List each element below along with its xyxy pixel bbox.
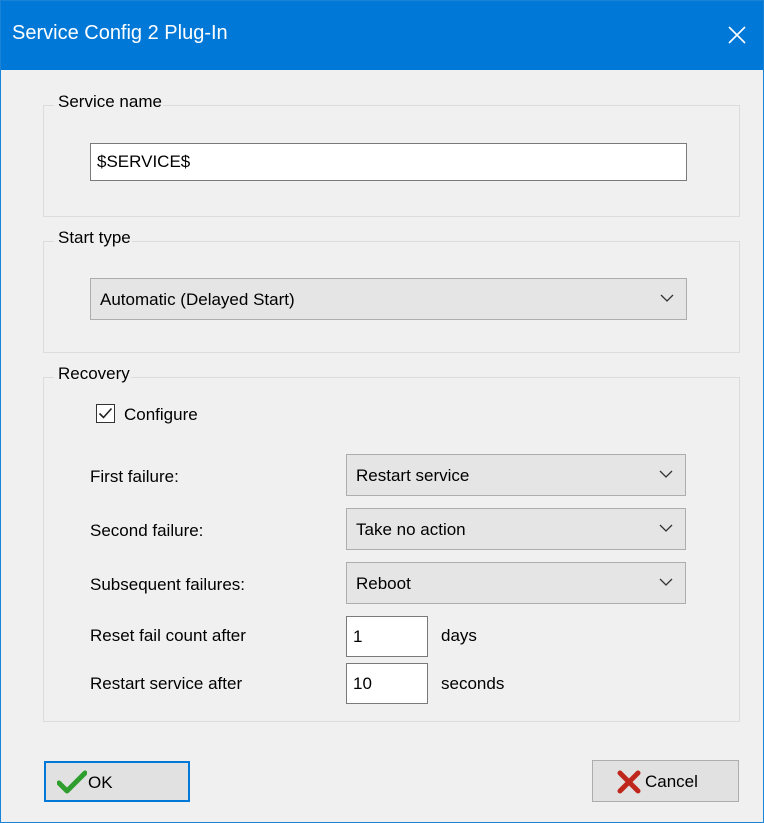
chevron-down-icon bbox=[660, 294, 674, 302]
chevron-down-icon bbox=[659, 578, 673, 586]
close-button[interactable] bbox=[711, 1, 763, 70]
close-icon bbox=[728, 26, 746, 44]
first-failure-value: Restart service bbox=[356, 466, 470, 485]
ok-label: OK bbox=[88, 773, 113, 792]
second-failure-label: Second failure: bbox=[90, 521, 204, 540]
checkmark-icon bbox=[57, 770, 87, 794]
reset-fail-count-label: Reset fail count after bbox=[90, 626, 246, 645]
service-name-input[interactable] bbox=[90, 143, 687, 181]
start-type-value: Automatic (Delayed Start) bbox=[100, 290, 295, 309]
first-failure-label: First failure: bbox=[90, 467, 179, 486]
second-failure-value: Take no action bbox=[356, 520, 466, 539]
reset-fail-count-input[interactable] bbox=[346, 616, 428, 657]
restart-service-input[interactable] bbox=[346, 663, 428, 704]
start-type-group-label: Start type bbox=[54, 228, 132, 248]
reset-unit-label: days bbox=[441, 626, 477, 645]
subsequent-failures-label: Subsequent failures: bbox=[90, 575, 245, 594]
cancel-button[interactable]: Cancel bbox=[592, 760, 739, 802]
cancel-label: Cancel bbox=[645, 772, 698, 791]
start-type-group: Start type Automatic (Delayed Start) bbox=[43, 228, 740, 353]
first-failure-select[interactable]: Restart service bbox=[346, 454, 686, 496]
x-icon bbox=[617, 770, 641, 794]
dialog-window: Service Config 2 Plug-In Service name St… bbox=[0, 0, 764, 823]
recovery-group-label: Recovery bbox=[54, 364, 131, 384]
service-name-group-label: Service name bbox=[54, 92, 163, 112]
configure-label[interactable]: Configure bbox=[124, 405, 198, 425]
checkmark-icon bbox=[98, 407, 113, 419]
subsequent-failures-value: Reboot bbox=[356, 574, 411, 593]
recovery-group: Recovery Configure First failure: Restar… bbox=[43, 364, 740, 722]
configure-checkbox[interactable] bbox=[96, 404, 115, 423]
start-type-select[interactable]: Automatic (Delayed Start) bbox=[90, 278, 687, 320]
subsequent-failures-select[interactable]: Reboot bbox=[346, 562, 686, 604]
service-name-group: Service name bbox=[43, 92, 740, 217]
chevron-down-icon bbox=[659, 524, 673, 532]
restart-service-label: Restart service after bbox=[90, 674, 243, 693]
ok-button[interactable]: OK bbox=[44, 761, 190, 802]
title-bar: Service Config 2 Plug-In bbox=[1, 1, 763, 70]
window-title: Service Config 2 Plug-In bbox=[12, 22, 228, 44]
chevron-down-icon bbox=[659, 470, 673, 478]
restart-unit-label: seconds bbox=[441, 674, 505, 693]
second-failure-select[interactable]: Take no action bbox=[346, 508, 686, 550]
